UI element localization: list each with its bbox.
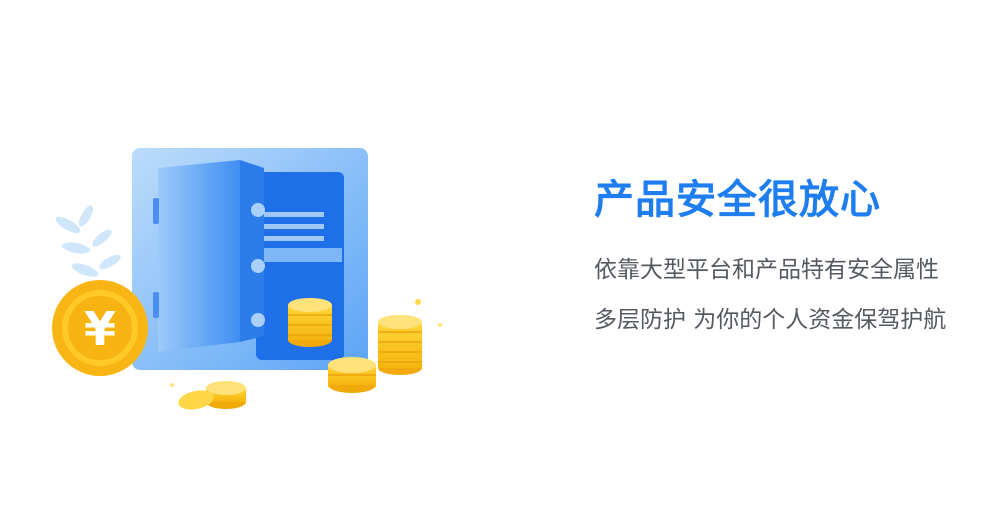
safe-with-coins-graphic: ¥ [52, 148, 442, 410]
feature-headline: 产品安全很放心 [594, 177, 881, 223]
yuan-coin-icon: ¥ [52, 280, 148, 376]
safe-illustration: ¥ [40, 130, 460, 430]
front-coin-stack [328, 357, 376, 393]
feature-description-line-1: 依靠大型平台和产品特有安全属性 [594, 257, 939, 283]
inner-coin-stack [288, 298, 332, 347]
feature-description-line-2: 多层防护 为你的个人资金保驾护航 [594, 307, 947, 333]
right-coin-stack [378, 315, 422, 375]
svg-text:¥: ¥ [84, 302, 116, 356]
feature-text-block: 产品安全很放心 依靠大型平台和产品特有安全属性 多层防护 为你的个人资金保驾护航 [594, 172, 994, 338]
safe-door [158, 160, 240, 352]
leaf-decoration [55, 205, 121, 277]
ground-coins [178, 381, 246, 410]
